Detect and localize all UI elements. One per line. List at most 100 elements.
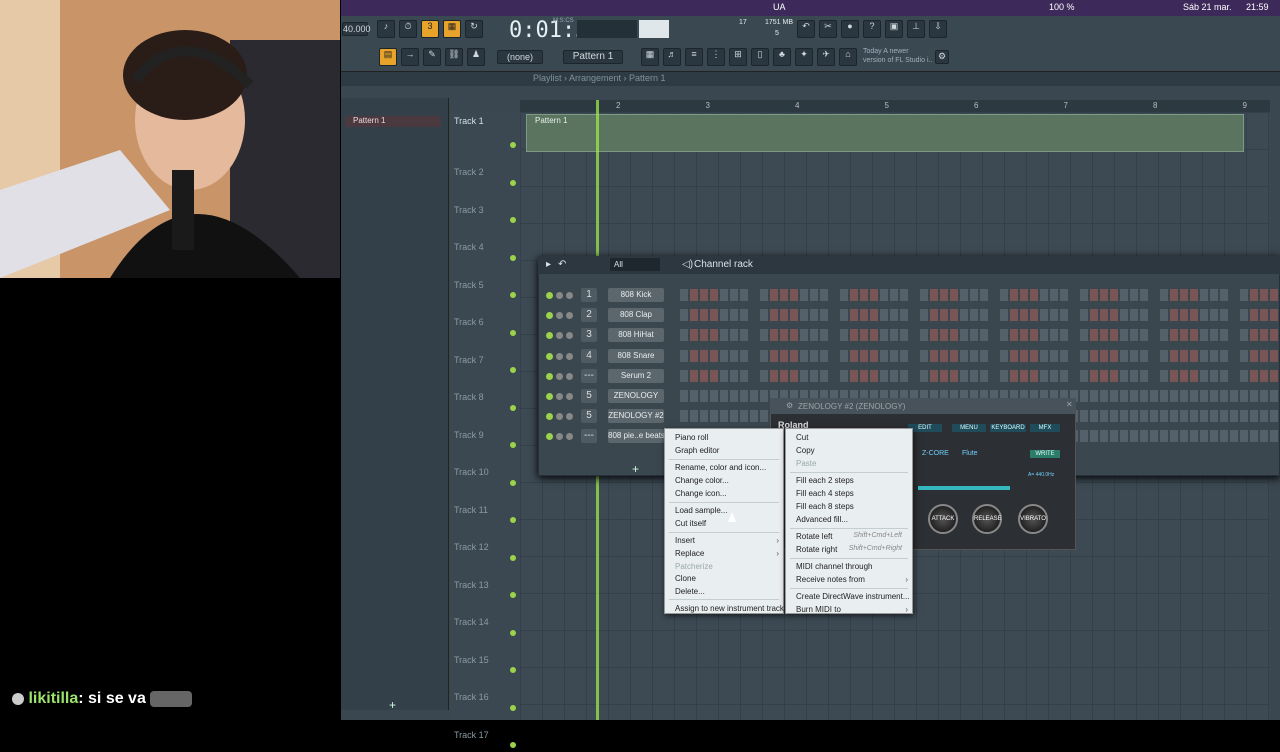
track-mute-led[interactable]: [510, 292, 516, 298]
release-knob[interactable]: RELEASE: [972, 504, 1002, 534]
track-mute-led[interactable]: [510, 254, 516, 261]
channel-knob[interactable]: [556, 393, 563, 400]
channel-name-button[interactable]: 808 Snare: [608, 348, 664, 363]
mixer-track-number[interactable]: 5: [581, 389, 597, 403]
channel-knob[interactable]: [566, 352, 573, 360]
context-menu-item[interactable]: Fill each 4 steps: [796, 489, 854, 498]
context-menu-item[interactable]: Piano roll: [675, 433, 708, 442]
link-icon[interactable]: ⛓: [445, 48, 463, 66]
track-mute-led[interactable]: [510, 404, 516, 411]
step-sequencer[interactable]: [680, 369, 1280, 382]
track-header[interactable]: Track 11: [450, 491, 520, 527]
pattern-selector[interactable]: Pattern 1: [563, 50, 623, 64]
track-header[interactable]: Track 4: [450, 229, 520, 265]
pencil-icon[interactable]: ✎: [423, 48, 441, 66]
track-header[interactable]: Track 8: [450, 379, 520, 415]
context-menu-item[interactable]: MIDI channel through: [796, 562, 873, 571]
context-menu-item[interactable]: Burn MIDI to: [796, 605, 841, 614]
channel-knob[interactable]: [556, 312, 563, 320]
channel-knob[interactable]: [566, 292, 573, 299]
track-mute-led[interactable]: [510, 367, 516, 373]
stamp-icon[interactable]: ♟: [467, 48, 485, 66]
menubar-time[interactable]: 21:59: [1246, 2, 1269, 12]
channel-knob[interactable]: [566, 413, 573, 421]
track-mute-led[interactable]: [510, 629, 516, 636]
channel-knob[interactable]: [566, 393, 573, 400]
channel-knob[interactable]: [556, 352, 563, 360]
channel-controls[interactable]: [546, 432, 576, 441]
playlist-icon[interactable]: ▦: [641, 48, 659, 66]
channel-name-button[interactable]: ZENOLOGY #2: [608, 409, 664, 424]
channel-knob[interactable]: [556, 413, 563, 421]
channel-knob[interactable]: [566, 312, 573, 320]
context-menu-item[interactable]: Change color...: [675, 476, 729, 485]
context-menu-item[interactable]: Delete...: [675, 587, 705, 596]
mixer-track-number[interactable]: 2: [581, 308, 597, 323]
channel-controls[interactable]: [546, 331, 576, 340]
track-mute-led[interactable]: [510, 479, 516, 486]
track-mute-led[interactable]: [510, 554, 516, 561]
plugin-picker-icon[interactable]: ♣: [773, 48, 791, 66]
channel-knob[interactable]: [566, 433, 573, 441]
mfx-button[interactable]: MFX: [1030, 424, 1060, 432]
mixer-icon[interactable]: ⊥: [907, 20, 925, 38]
context-menu-item[interactable]: Fill each 8 steps: [796, 502, 854, 511]
arrow-icon[interactable]: →: [401, 48, 419, 66]
edit-button[interactable]: EDIT: [908, 424, 942, 432]
channel-rack-icon[interactable]: ⋮: [707, 48, 725, 66]
track-header[interactable]: Track 14: [450, 604, 520, 640]
vibrato-knob[interactable]: VIBRATO: [1018, 504, 1048, 534]
browser-icon[interactable]: ≡: [685, 48, 703, 66]
channel-controls[interactable]: [546, 352, 576, 360]
context-menu-item[interactable]: Paste: [796, 459, 816, 468]
channel-controls[interactable]: [546, 291, 576, 299]
battery-status[interactable]: 100 %: [1049, 2, 1075, 12]
channel-name-button[interactable]: ZENOLOGY: [608, 389, 664, 403]
touch-controller-icon[interactable]: ✈: [817, 48, 835, 66]
channel-row[interactable]: 3 808 HiHat: [538, 328, 1280, 344]
track-header[interactable]: Track 17: [450, 716, 520, 752]
pattern-clip[interactable]: Pattern 1: [526, 114, 1244, 152]
channel-knob[interactable]: [566, 332, 573, 340]
plugin-db-icon[interactable]: ▯: [751, 48, 769, 66]
save-icon[interactable]: ▣: [885, 20, 903, 38]
track-mute-led[interactable]: [510, 179, 516, 186]
mixer-track-number[interactable]: 5: [581, 409, 597, 424]
track-header[interactable]: Track 1: [450, 116, 520, 152]
context-menu-item[interactable]: Fill each 2 steps: [796, 476, 854, 485]
track-mute-led[interactable]: [510, 742, 516, 748]
track-mute-led[interactable]: [510, 517, 516, 523]
track-header[interactable]: Track 5: [450, 266, 520, 302]
channel-mute-led[interactable]: [546, 292, 553, 299]
channel-row[interactable]: 2 808 Clap: [538, 308, 1280, 324]
channel-row[interactable]: 4 808 Snare: [538, 348, 1280, 365]
mixer-track-number[interactable]: ---: [581, 429, 597, 444]
track-mute-led[interactable]: [510, 442, 516, 448]
channel-mute-led[interactable]: [546, 393, 553, 400]
step-sequencer[interactable]: [680, 329, 1280, 342]
mixer-track-number[interactable]: ---: [581, 368, 597, 383]
channel-controls[interactable]: [546, 311, 576, 320]
plugin-close-icon[interactable]: ✕: [1066, 400, 1073, 409]
step-edit-icon[interactable]: ▦: [443, 20, 461, 38]
tempo-display[interactable]: 40.000: [342, 22, 371, 36]
context-menu-item[interactable]: Replace: [675, 549, 704, 558]
add-pattern-button[interactable]: +: [389, 698, 396, 712]
track-header[interactable]: Track 2: [450, 154, 520, 190]
marketplace-icon[interactable]: ⌂: [839, 48, 857, 66]
attack-knob[interactable]: ATTACK: [928, 504, 958, 534]
track-header[interactable]: Track 12: [450, 529, 520, 565]
context-menu-item[interactable]: Rotate right: [796, 545, 837, 554]
channel-mute-led[interactable]: [546, 332, 553, 340]
context-menu-item[interactable]: Cut: [796, 433, 808, 442]
context-menu-item[interactable]: Copy: [796, 446, 815, 455]
track-header[interactable]: Track 10: [450, 454, 520, 490]
context-menu-item[interactable]: Rotate left: [796, 532, 832, 541]
loop-record-icon[interactable]: ↻: [465, 20, 483, 38]
menubar-date[interactable]: Sáb 21 mar.: [1183, 2, 1232, 12]
add-channel-button[interactable]: +: [632, 462, 639, 476]
mixer-track-number[interactable]: 3: [581, 328, 597, 343]
channel-mute-led[interactable]: [546, 433, 553, 441]
channel-mute-led[interactable]: [546, 372, 553, 380]
track-header[interactable]: Track 16: [450, 679, 520, 715]
